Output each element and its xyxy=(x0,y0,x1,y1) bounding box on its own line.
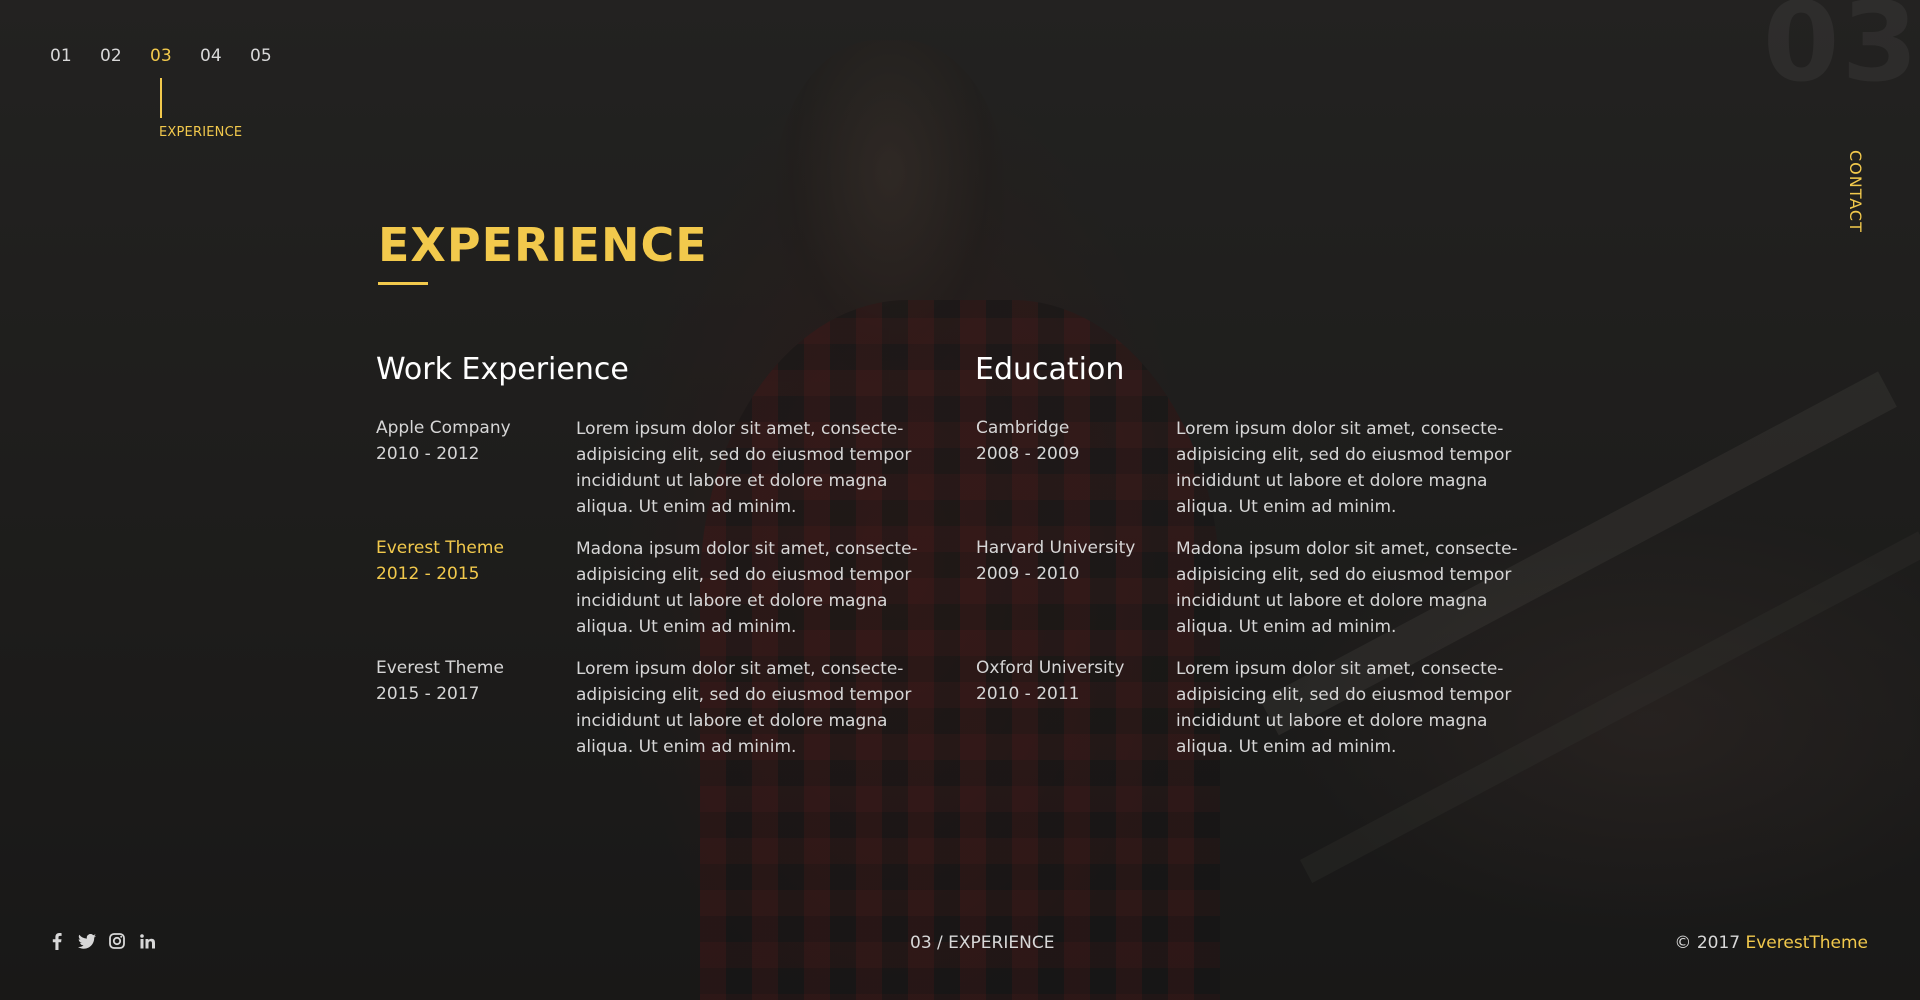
nav-item-04[interactable]: 04 xyxy=(200,46,250,66)
work-entry-company: Everest Theme xyxy=(376,658,504,678)
education-entry-school: Cambridge xyxy=(976,418,1070,438)
education-entry-school: Harvard University xyxy=(976,538,1136,558)
education-entry-description: Madona ipsum dolor sit amet, consecte- a… xyxy=(1176,539,1518,637)
copyright-text: © 2017 xyxy=(1674,933,1741,953)
copyright: © 2017 EverestTheme xyxy=(1674,933,1868,953)
page-indicator: 03 / EXPERIENCE xyxy=(910,933,1055,953)
work-entry-3: Everest Theme 2015 - 2017 xyxy=(376,655,504,707)
work-entry-years: 2015 - 2017 xyxy=(376,684,480,704)
education-entry-school: Oxford University xyxy=(976,658,1125,678)
facebook-icon[interactable] xyxy=(48,932,66,950)
experience-page: 03 01 02 03 04 05 EXPERIENCE CONTACT EXP… xyxy=(0,0,1920,1000)
education-entry-years: 2009 - 2010 xyxy=(976,564,1080,584)
nav-item-01[interactable]: 01 xyxy=(50,46,100,66)
nav-active-caption: EXPERIENCE xyxy=(159,125,243,140)
work-entry-years: 2012 - 2015 xyxy=(376,564,480,584)
education-entry-years: 2010 - 2011 xyxy=(976,684,1080,704)
nav-item-05[interactable]: 05 xyxy=(250,46,300,66)
education-entry-description: Lorem ipsum dolor sit amet, consecte- ad… xyxy=(1176,659,1512,757)
work-entry-description: Lorem ipsum dolor sit amet, consecte- ad… xyxy=(576,659,912,757)
twitter-icon[interactable] xyxy=(78,932,96,950)
work-entry-2: Everest Theme 2012 - 2015 xyxy=(376,535,504,587)
work-entry-description: Madona ipsum dolor sit amet, consecte- a… xyxy=(576,539,918,637)
education-entry-description: Lorem ipsum dolor sit amet, consecte- ad… xyxy=(1176,419,1512,517)
social-links xyxy=(48,932,156,950)
education-entry-years: 2008 - 2009 xyxy=(976,444,1080,464)
work-entry-company: Everest Theme xyxy=(376,538,504,558)
linkedin-icon[interactable] xyxy=(138,932,156,950)
contact-side-link[interactable]: CONTACT xyxy=(1846,150,1865,233)
nav-item-02[interactable]: 02 xyxy=(100,46,150,66)
instagram-icon[interactable] xyxy=(108,932,126,950)
section-nav: 01 02 03 04 05 xyxy=(50,46,300,66)
work-entry-1: Apple Company 2010 - 2012 xyxy=(376,415,511,467)
work-entry-years: 2010 - 2012 xyxy=(376,444,480,464)
work-experience-heading: Work Experience xyxy=(376,352,629,387)
education-heading: Education xyxy=(975,352,1125,387)
education-entry-1: Cambridge 2008 - 2009 xyxy=(976,415,1079,467)
title-underline xyxy=(378,282,428,285)
dark-overlay xyxy=(0,0,1920,1000)
background-section-number: 03 xyxy=(1762,0,1920,106)
work-entry-company: Apple Company xyxy=(376,418,511,438)
nav-active-indicator xyxy=(160,78,162,118)
education-entry-2: Harvard University 2009 - 2010 xyxy=(976,535,1135,587)
work-entry-description: Lorem ipsum dolor sit amet, consecte- ad… xyxy=(576,419,912,517)
page-title: EXPERIENCE xyxy=(378,218,708,272)
nav-item-03[interactable]: 03 xyxy=(150,46,200,66)
education-entry-3: Oxford University 2010 - 2011 xyxy=(976,655,1124,707)
brand-link[interactable]: EverestTheme xyxy=(1746,933,1869,953)
